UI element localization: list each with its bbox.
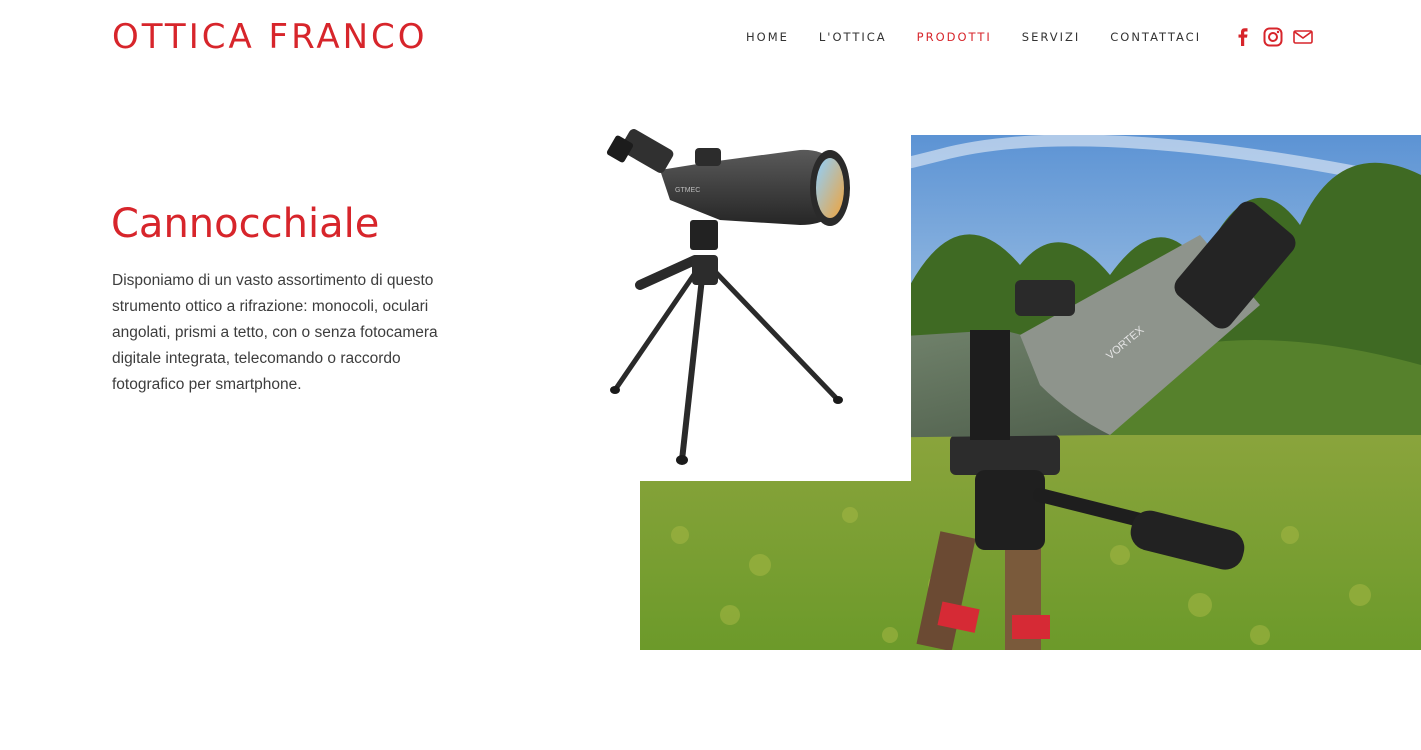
social-links	[1232, 26, 1322, 48]
nav-item-lottica[interactable]: L'OTTICA	[819, 29, 887, 45]
product-scope-image: GTMEC	[600, 120, 911, 481]
instagram-icon[interactable]	[1262, 26, 1284, 48]
nav-item-home[interactable]: HOME	[746, 29, 789, 45]
product-description: Disponiamo di un vasto assortimento di q…	[112, 272, 438, 393]
mail-icon[interactable]	[1292, 26, 1314, 48]
brand-logo[interactable]: OTTICA FRANCO	[112, 16, 428, 58]
product-brand-text: GTMEC	[675, 187, 700, 194]
nav-item-prodotti[interactable]: PRODOTTI	[917, 29, 992, 45]
facebook-icon[interactable]	[1232, 26, 1254, 48]
nav-item-contattaci[interactable]: CONTATTACI	[1110, 29, 1201, 45]
product-title: Cannocchiale	[111, 201, 380, 247]
nav-item-servizi[interactable]: SERVIZI	[1022, 29, 1080, 45]
main-nav: HOME L'OTTICA PRODOTTI SERVIZI CONTATTAC…	[746, 29, 1231, 45]
